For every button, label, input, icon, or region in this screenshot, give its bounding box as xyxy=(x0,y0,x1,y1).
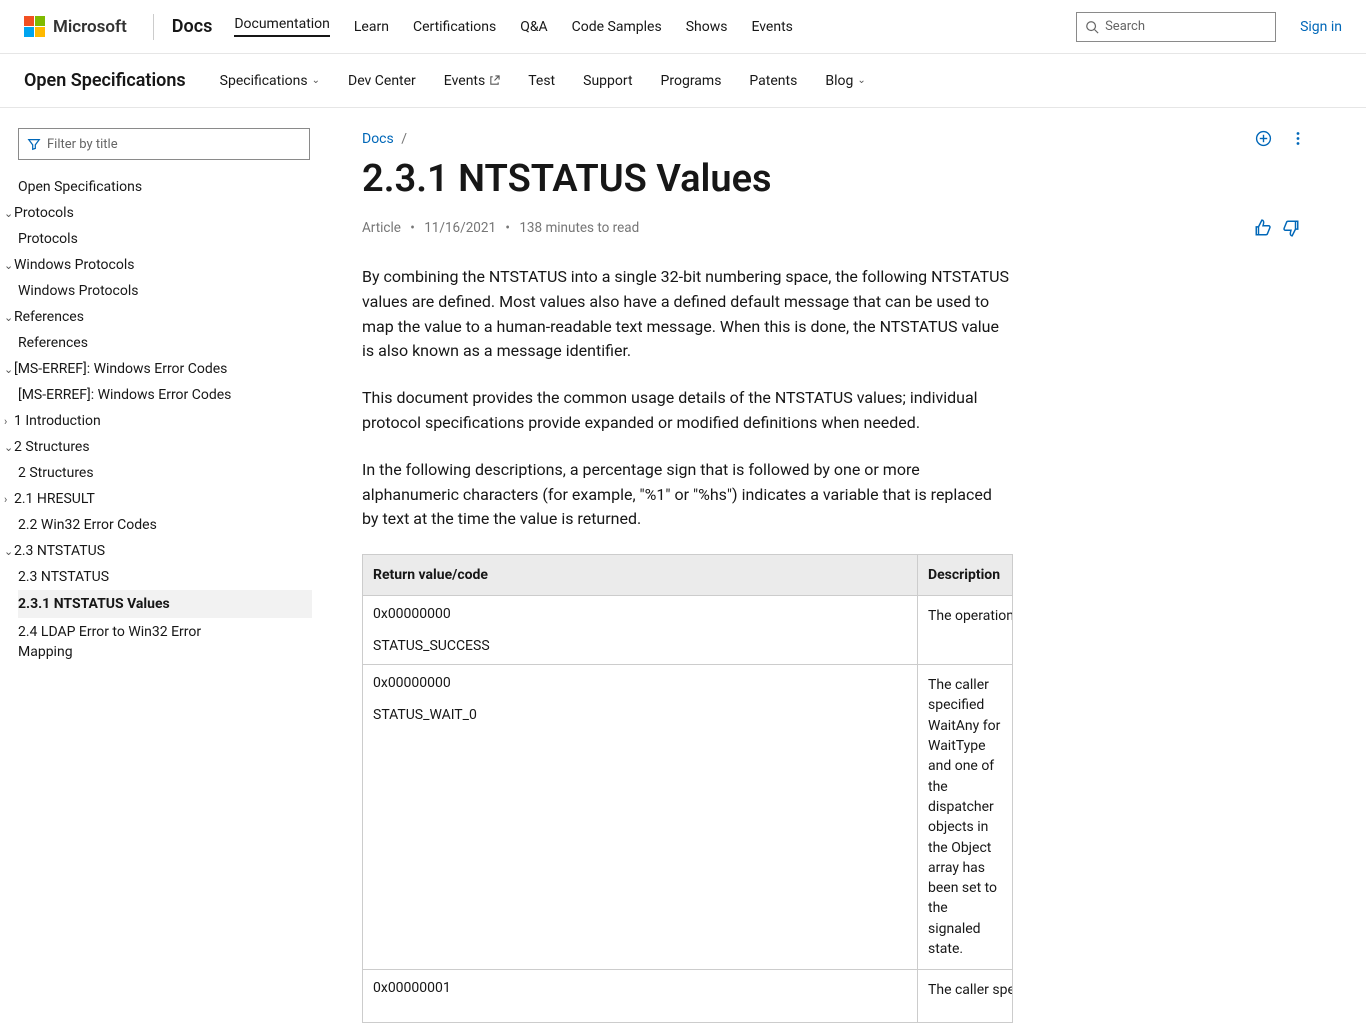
page-body: Filter by title Open Specifications ⌄Pro… xyxy=(0,108,1366,1023)
tree-item-references-child[interactable]: References xyxy=(18,330,312,356)
article-paragraph: This document provides the common usage … xyxy=(362,386,1012,436)
tree-item-introduction[interactable]: ›1 Introduction xyxy=(18,408,312,434)
tree-item-ms-erref[interactable]: ⌄[MS-ERREF]: Windows Error Codes xyxy=(18,356,312,382)
tree-item-windows-protocols[interactable]: ⌄Windows Protocols xyxy=(18,252,312,278)
filter-icon xyxy=(27,137,41,151)
tree-item-protocols-child[interactable]: Protocols xyxy=(18,226,312,252)
tree-item-ntstatus-values[interactable]: 2.3.1 NTSTATUS Values xyxy=(18,590,312,618)
chevron-down-icon: ⌄ xyxy=(4,363,14,376)
chevron-right-icon: › xyxy=(4,493,14,506)
nav-shows[interactable]: Shows xyxy=(686,19,728,35)
tree-item-ms-erref-child[interactable]: [MS-ERREF]: Windows Error Codes xyxy=(18,382,312,408)
chevron-down-icon: ⌄ xyxy=(4,441,14,454)
global-search-input[interactable]: Search xyxy=(1076,12,1276,42)
docs-home-link[interactable]: Docs xyxy=(172,16,213,37)
article-paragraph: In the following descriptions, a percent… xyxy=(362,458,1012,532)
chevron-down-icon: ⌄ xyxy=(312,75,320,86)
chevron-down-icon: ⌄ xyxy=(4,207,14,220)
article-meta: Article • 11/16/2021 • 138 minutes to re… xyxy=(362,220,639,236)
chevron-down-icon: ⌄ xyxy=(857,75,865,86)
cell-return-value: 0x00000000 STATUS_WAIT_0 xyxy=(363,665,918,970)
microsoft-logo-icon xyxy=(24,16,45,37)
cell-return-value: 0x00000001 xyxy=(363,970,918,1023)
subnav-support[interactable]: Support xyxy=(583,73,632,89)
tree-item-protocols[interactable]: ⌄Protocols xyxy=(18,200,312,226)
breadcrumb: Docs / xyxy=(362,131,411,147)
divider xyxy=(153,14,154,40)
external-link-icon xyxy=(489,75,500,86)
nav-certifications[interactable]: Certifications xyxy=(413,19,496,35)
subnav-patents[interactable]: Patents xyxy=(749,73,797,89)
chevron-down-icon: ⌄ xyxy=(4,545,14,558)
thumbs-down-icon[interactable] xyxy=(1282,219,1300,237)
top-nav: Documentation Learn Certifications Q&A C… xyxy=(234,16,793,37)
table-row: 0x00000000 STATUS_WAIT_0 The caller spec… xyxy=(363,665,1013,970)
table-row: 0x00000000 STATUS_SUCCESS The operation … xyxy=(363,596,1013,665)
table-header-description: Description xyxy=(918,555,1013,596)
article-paragraph: By combining the NTSTATUS into a single … xyxy=(362,265,1012,364)
chevron-down-icon: ⌄ xyxy=(4,259,14,272)
nav-events[interactable]: Events xyxy=(751,19,792,35)
nav-qa[interactable]: Q&A xyxy=(520,19,547,35)
feedback-buttons xyxy=(1254,219,1300,237)
site-header: Open Specifications Specifications ⌄ Dev… xyxy=(0,54,1366,108)
subnav-blog[interactable]: Blog ⌄ xyxy=(825,73,865,89)
tree-item-references[interactable]: ⌄References xyxy=(18,304,312,330)
cell-return-value: 0x00000000 STATUS_SUCCESS xyxy=(363,596,918,665)
search-placeholder: Search xyxy=(1105,19,1145,34)
article-main: Docs / 2.3.1 NTSTATUS Values Article • 1… xyxy=(326,108,1336,1023)
chevron-right-icon: › xyxy=(4,415,14,428)
tree-item-ldap-error[interactable]: 2.4 LDAP Error to Win32 Error Mapping xyxy=(18,618,228,667)
microsoft-logo[interactable]: Microsoft xyxy=(24,16,147,37)
table-row: 0x00000001 The caller specified WaitAny … xyxy=(363,970,1013,1023)
tree-item-ntstatus-child[interactable]: 2.3 NTSTATUS xyxy=(18,564,312,590)
subnav-dev-center[interactable]: Dev Center xyxy=(348,73,416,89)
subnav-specifications[interactable]: Specifications ⌄ xyxy=(220,73,320,89)
tree-item-win32-error-codes[interactable]: 2.2 Win32 Error Codes xyxy=(18,512,312,538)
subnav-test[interactable]: Test xyxy=(528,73,555,89)
tree-item-hresult[interactable]: ›2.1 HRESULT xyxy=(18,486,312,512)
site-title[interactable]: Open Specifications xyxy=(24,70,186,91)
more-icon[interactable] xyxy=(1296,130,1300,147)
nav-learn[interactable]: Learn xyxy=(354,19,389,35)
meta-type: Article xyxy=(362,220,401,236)
tree-item-structures[interactable]: ⌄2 Structures xyxy=(18,434,312,460)
chevron-down-icon: ⌄ xyxy=(4,311,14,324)
ntstatus-table: Return value/code Description 0x00000000… xyxy=(362,554,1013,1023)
filter-placeholder: Filter by title xyxy=(47,137,118,152)
meta-read-time: 138 minutes to read xyxy=(519,220,639,236)
tree-item-ntstatus[interactable]: ⌄2.3 NTSTATUS xyxy=(18,538,312,564)
cell-description: The caller specified WaitAny for WaitTyp… xyxy=(918,970,1013,1023)
thumbs-up-icon[interactable] xyxy=(1254,219,1272,237)
subnav-programs[interactable]: Programs xyxy=(661,73,722,89)
nav-documentation[interactable]: Documentation xyxy=(234,16,330,37)
table-header-return-value: Return value/code xyxy=(363,555,918,596)
breadcrumb-docs[interactable]: Docs xyxy=(362,131,394,147)
tree-item-windows-protocols-child[interactable]: Windows Protocols xyxy=(18,278,312,304)
cell-description: The operation completed successfully. xyxy=(918,596,1013,665)
toc-filter-input[interactable]: Filter by title xyxy=(18,128,310,160)
toc-tree: Open Specifications ⌄Protocols Protocols… xyxy=(18,174,312,667)
toc-sidebar: Filter by title Open Specifications ⌄Pro… xyxy=(0,108,326,768)
nav-code-samples[interactable]: Code Samples xyxy=(572,19,662,35)
sign-in-link[interactable]: Sign in xyxy=(1300,19,1342,35)
meta-date: 11/16/2021 xyxy=(424,220,496,236)
tree-item-open-specifications[interactable]: Open Specifications xyxy=(18,174,312,200)
subnav-events[interactable]: Events xyxy=(444,73,500,89)
breadcrumb-separator: / xyxy=(401,131,407,147)
microsoft-brand-text: Microsoft xyxy=(53,17,127,37)
global-header: Microsoft Docs Documentation Learn Certi… xyxy=(0,0,1366,54)
search-icon xyxy=(1085,20,1099,34)
cell-description: The caller specified WaitAny for WaitTyp… xyxy=(918,665,1013,970)
article-title: 2.3.1 NTSTATUS Values xyxy=(362,157,1300,201)
tree-item-structures-child[interactable]: 2 Structures xyxy=(18,460,312,486)
add-icon[interactable] xyxy=(1255,130,1272,147)
article-actions xyxy=(1255,130,1300,147)
